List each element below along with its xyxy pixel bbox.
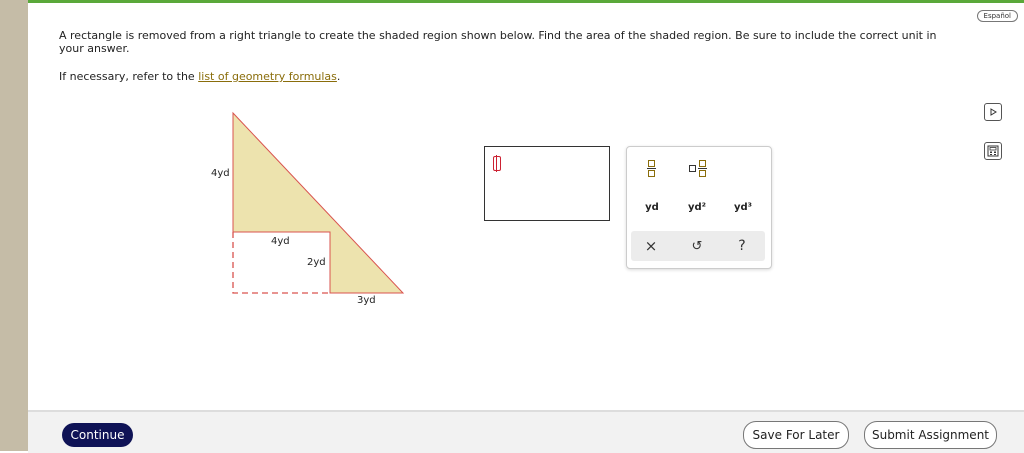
fraction-icon xyxy=(646,159,656,177)
label-rect-width: 4yd xyxy=(271,236,290,247)
answer-input[interactable] xyxy=(484,146,610,221)
keypad-action-bar: × ↺ ? xyxy=(631,231,765,261)
undo-button[interactable]: ↺ xyxy=(687,236,707,256)
clear-button[interactable]: × xyxy=(641,236,661,256)
mixed-number-button[interactable] xyxy=(683,155,713,181)
text-cursor-icon xyxy=(493,155,501,172)
problem-statement: A rectangle is removed from a right tria… xyxy=(59,29,937,55)
unit-yd2-button[interactable]: yd² xyxy=(682,197,712,217)
submit-assignment-button[interactable]: Submit Assignment xyxy=(864,421,997,449)
espanol-button[interactable]: Español xyxy=(976,10,1018,22)
label-bottom: 3yd xyxy=(357,295,376,306)
refer-prefix: If necessary, refer to the xyxy=(59,70,199,83)
left-rail xyxy=(0,0,28,451)
fraction-button[interactable] xyxy=(641,155,661,181)
footer-bar: Continue Save For Later Submit Assignmen… xyxy=(28,410,1024,453)
unit-yd3-button[interactable]: yd³ xyxy=(728,197,758,217)
play-icon xyxy=(990,108,997,116)
calculator-icon xyxy=(987,145,999,157)
unit-yd-button[interactable]: yd xyxy=(637,197,667,217)
continue-button[interactable]: Continue xyxy=(62,423,133,447)
triangle-outline xyxy=(232,111,405,294)
refer-suffix: . xyxy=(336,70,341,83)
label-rect-height: 2yd xyxy=(307,257,326,268)
save-for-later-button[interactable]: Save For Later xyxy=(743,421,849,449)
calculator-button[interactable] xyxy=(984,142,1002,160)
removed-rectangle-dashed xyxy=(232,232,330,294)
video-button[interactable] xyxy=(984,103,1002,121)
math-keypad: yd yd² yd³ × ↺ ? xyxy=(626,146,772,269)
mixed-number-icon xyxy=(689,159,707,177)
refer-line: If necessary, refer to the list of geome… xyxy=(59,70,340,83)
shaded-region xyxy=(233,113,403,293)
main-content: Español A rectangle is removed from a ri… xyxy=(28,3,1024,410)
help-button[interactable]: ? xyxy=(732,236,752,256)
label-left-side: 4yd xyxy=(211,168,230,179)
geometry-formulas-link[interactable]: list of geometry formulas xyxy=(198,70,337,83)
